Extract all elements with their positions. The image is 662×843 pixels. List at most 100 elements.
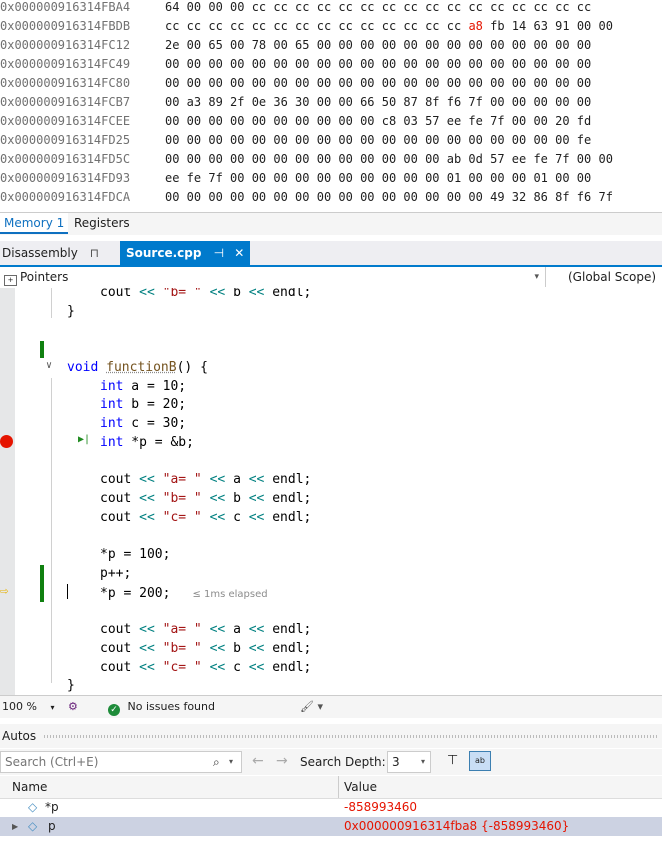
memory-address: 0x000000916314FCEE <box>0 114 131 128</box>
tab-registers[interactable]: Registers <box>70 213 134 234</box>
editor-status-strip: 100 % ▾ ⚙ ✓ No issues found 🖌 ▾ <box>0 695 662 718</box>
memory-bytes[interactable]: 00 00 00 00 00 00 00 00 00 00 00 00 00 0… <box>165 74 591 93</box>
memory-bytes[interactable]: ee fe 7f 00 00 00 00 00 00 00 00 00 00 0… <box>165 169 591 188</box>
scope-dropdown[interactable]: (Global Scope) <box>568 267 662 287</box>
autos-row-name: *p <box>45 800 59 814</box>
code-line: cout << "c= " << c << endl; <box>100 660 312 675</box>
project-icon: + <box>4 275 17 286</box>
issues-text: No issues found <box>127 700 215 713</box>
memory-bytes[interactable]: 2e 00 65 00 78 00 65 00 00 00 00 00 00 0… <box>165 36 591 55</box>
autos-row[interactable]: ▶ ◇ p 0x000000916314fba8 {-858993460} <box>0 817 662 836</box>
editor-gutter[interactable] <box>0 288 15 695</box>
code-line-current: *p = 200; ≤ 1ms elapsed <box>67 584 268 603</box>
memory-window[interactable]: 0x000000916314FBA4 64 00 00 00 cc cc cc c… <box>0 0 662 212</box>
autos-row[interactable]: ◇ *p -858993460 <box>0 798 662 817</box>
code-line: cout << "b= " << b << endl; <box>100 491 312 506</box>
search-input[interactable] <box>1 754 207 770</box>
change-marker <box>40 565 44 602</box>
memory-address: 0x000000916314FDCA <box>0 190 131 204</box>
autos-title: Autos <box>2 729 37 743</box>
project-dropdown[interactable]: + Pointers ▾ <box>0 267 546 287</box>
autos-title-bar: Autos <box>0 724 662 748</box>
autos-toolbar: ⌕ ▾ ← → Search Depth: 3 ▾ ⊤ ab <box>0 749 662 775</box>
hex-display-icon[interactable]: ab <box>469 751 491 771</box>
code-editor[interactable]: ⇨ ∨ ▶| cout << "b= " << b << endl; } voi… <box>0 288 662 695</box>
memory-bytes[interactable]: 00 00 00 00 00 00 00 00 00 00 00 00 00 0… <box>165 188 613 207</box>
memory-bytes[interactable]: 00 00 00 00 00 00 00 00 00 00 00 00 00 0… <box>165 131 591 150</box>
memory-address: 0x000000916314FBA4 <box>0 0 131 14</box>
column-name[interactable]: Name <box>12 776 47 798</box>
run-to-click-icon[interactable]: ▶| <box>78 434 90 445</box>
navigation-bar: + Pointers ▾ (Global Scope) <box>0 267 662 289</box>
pin-icon[interactable]: ⊣ <box>214 246 224 260</box>
expand-icon[interactable]: ▶ <box>12 817 18 836</box>
memory-address: 0x000000916314FD93 <box>0 171 131 185</box>
search-depth-label: Search Depth: <box>300 755 386 769</box>
autos-row-name: p <box>48 819 56 833</box>
memory-address: 0x000000916314FCB7 <box>0 95 131 109</box>
forward-arrow-icon[interactable]: → <box>276 753 288 769</box>
pin-icon[interactable]: ⊤ <box>447 753 458 768</box>
zoom-dropdown[interactable]: 100 % ▾ <box>2 696 54 718</box>
scope-guide <box>51 288 52 318</box>
column-divider[interactable] <box>338 776 339 798</box>
memory-address: 0x000000916314FBDB <box>0 19 131 33</box>
memory-bytes[interactable]: 00 a3 89 2f 0e 36 30 00 00 66 50 87 8f f… <box>165 93 591 112</box>
search-icon[interactable]: ⌕ <box>213 752 220 772</box>
tab-source-cpp[interactable]: Source.cpp ⊣ ✕ <box>120 241 251 265</box>
search-depth-dropdown[interactable]: 3 ▾ <box>387 751 431 773</box>
issues-indicator[interactable]: ✓ No issues found <box>108 696 215 717</box>
memory-bytes[interactable]: 64 00 00 00 cc cc cc cc cc cc cc cc cc c… <box>165 0 591 17</box>
project-name: Pointers <box>20 270 69 284</box>
autos-row-value[interactable]: -858993460 <box>344 798 417 817</box>
memory-bytes[interactable]: cc cc cc cc cc cc cc cc cc cc cc cc cc c… <box>165 17 613 36</box>
code-line: cout << "b= " << b << endl; <box>100 288 312 300</box>
search-box[interactable]: ⌕ ▾ <box>0 751 242 773</box>
current-statement-arrow-icon: ⇨ <box>0 583 9 599</box>
memory-bytes[interactable]: 00 00 00 00 00 00 00 00 00 00 c8 03 57 e… <box>165 112 591 131</box>
code-line: int a = 10; <box>100 379 187 394</box>
text-caret <box>67 584 68 599</box>
scope-guide <box>51 378 52 683</box>
memory-address: 0x000000916314FD5C <box>0 152 131 166</box>
memory-bytes[interactable]: 00 00 00 00 00 00 00 00 00 00 00 00 00 a… <box>165 150 613 169</box>
autos-column-headers: Name Value <box>0 776 662 799</box>
scope-name: (Global Scope) <box>568 270 657 284</box>
variable-icon: ◇ <box>28 819 38 833</box>
code-line: cout << "b= " << b << endl; <box>100 641 312 656</box>
chevron-down-icon: ▾ <box>50 703 55 712</box>
document-tab-strip: Disassembly ⊓ Source.cpp ⊣ ✕ <box>0 241 662 267</box>
chevron-down-icon[interactable]: ▾ <box>229 752 233 772</box>
memory-address: 0x000000916314FC12 <box>0 38 131 52</box>
collapse-icon[interactable]: ∨ <box>46 360 52 371</box>
memory-address: 0x000000916314FD25 <box>0 133 131 147</box>
memory-bytes[interactable]: 00 00 00 00 00 00 00 00 00 00 00 00 00 0… <box>165 55 591 74</box>
close-icon[interactable]: ✕ <box>234 246 244 260</box>
tab-source-cpp-label: Source.cpp <box>126 246 202 260</box>
memory-address: 0x000000916314FC49 <box>0 57 131 71</box>
memory-address: 0x000000916314FC80 <box>0 76 131 90</box>
breakpoint-icon[interactable] <box>0 435 13 448</box>
code-line: p++; <box>100 566 132 581</box>
elapsed-time-hint: ≤ 1ms elapsed <box>192 589 268 600</box>
pin-icon[interactable]: ⊓ <box>90 246 99 260</box>
code-line: *p = 100; <box>100 547 171 562</box>
variable-icon: ◇ <box>28 800 38 814</box>
code-cleanup-icon[interactable]: ⚙ <box>68 696 78 717</box>
tab-memory-1[interactable]: Memory 1 <box>0 213 69 234</box>
code-line: cout << "a= " << a << endl; <box>100 622 312 637</box>
memory-changed-byte: a8 <box>461 19 483 33</box>
tab-disassembly-label: Disassembly <box>2 246 78 260</box>
check-icon: ✓ <box>108 704 120 716</box>
search-depth-value: 3 <box>392 755 400 769</box>
column-value[interactable]: Value <box>344 776 377 798</box>
code-line-function-signature: void functionB() { <box>67 360 208 375</box>
code-line: int b = 20; <box>100 397 187 412</box>
tab-disassembly[interactable]: Disassembly ⊓ <box>2 241 99 265</box>
brush-icon[interactable]: 🖌 ▾ <box>300 696 323 717</box>
memory-tab-strip: Memory 1 Registers <box>0 212 662 235</box>
chevron-down-icon: ▾ <box>534 272 539 282</box>
autos-row-value[interactable]: 0x000000916314fba8 {-858993460} <box>344 817 569 836</box>
back-arrow-icon[interactable]: ← <box>252 753 264 769</box>
title-grip <box>44 735 658 738</box>
